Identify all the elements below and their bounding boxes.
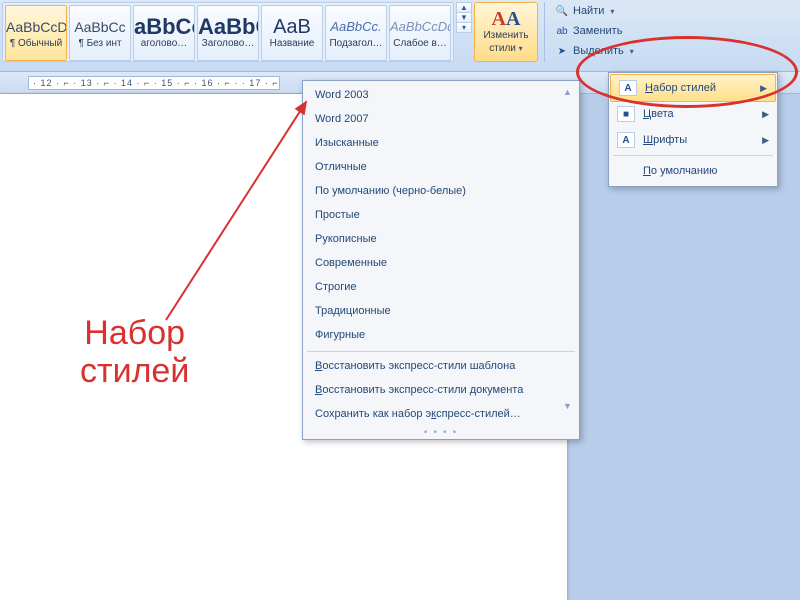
annotation-label: Набор стилей <box>80 314 189 390</box>
submenu-item[interactable]: A Набор стилей ▶ <box>610 74 776 102</box>
style-preview: aBbCc <box>134 18 194 36</box>
styleset-footer-item[interactable]: Восстановить экспресс-стили документа <box>303 378 579 402</box>
submenu-item[interactable]: ■ Цвета ▶ <box>609 101 777 127</box>
styleset-item[interactable]: Простые <box>303 203 579 227</box>
style-tile[interactable]: AaBbCcDd Слабое в… <box>389 5 451 61</box>
style-label: Подзагол… <box>326 38 386 49</box>
styleset-item[interactable]: По умолчанию (черно-белые) <box>303 179 579 203</box>
select-label: Выделить <box>573 45 624 57</box>
horizontal-ruler[interactable]: · 12 · ⌐ · 13 · ⌐ · 14 · ⌐ · 15 · ⌐ · 16… <box>28 76 280 90</box>
menu-separator <box>307 351 575 352</box>
menu-separator <box>613 155 773 156</box>
styleset-item[interactable]: Рукописные <box>303 227 579 251</box>
submenu-item-default[interactable]: AПо умолчанию <box>609 158 777 184</box>
submenu-arrow-icon: ▶ <box>762 135 769 146</box>
submenu-arrow-icon: ▶ <box>760 83 767 94</box>
submenu-icon: ■ <box>617 106 635 122</box>
chevron-down-icon: ▾ <box>519 44 523 53</box>
ribbon: AaBbCcDd ¶ Обычный AaBbCc ¶ Без инт aBbCc аго… <box>0 0 800 72</box>
gallery-scroll: ▲ ▼ ▾ <box>456 2 472 33</box>
change-styles-button[interactable]: AA Изменить стили ▾ <box>474 2 538 62</box>
styleset-item[interactable]: Традиционные <box>303 299 579 323</box>
submenu-icon: A <box>619 80 637 96</box>
gallery-scroll-up[interactable]: ▲ <box>456 2 472 13</box>
styleset-item[interactable]: Фигурные <box>303 323 579 347</box>
style-label: ¶ Без инт <box>70 38 130 49</box>
style-label: аголово… <box>134 38 194 49</box>
change-styles-label2: стили ▾ <box>475 43 537 54</box>
submenu-item[interactable]: A Шрифты ▶ <box>609 127 777 153</box>
styleset-item[interactable]: Строгие <box>303 275 579 299</box>
chevron-down-icon: ▾ <box>610 7 614 16</box>
submenu-label: Цвета <box>643 108 674 120</box>
gallery-scroll-down[interactable]: ▼ <box>456 13 472 23</box>
style-tile[interactable]: AaBbCcDd ¶ Обычный <box>5 5 67 61</box>
style-tile[interactable]: aBbCc аголово… <box>133 5 195 61</box>
gallery-expand[interactable]: ▾ <box>456 23 472 33</box>
find-label: Найти <box>573 5 604 17</box>
binoculars-icon: 🔍 <box>555 4 569 18</box>
submenu-label: Шрифты <box>643 134 687 146</box>
styleset-item[interactable]: Современные <box>303 251 579 275</box>
menu-scroll-indicator: ▲▼ <box>563 87 577 411</box>
styleset-item[interactable]: Word 2007 <box>303 107 579 131</box>
style-preview: AaBbCc. <box>326 18 386 36</box>
replace-button[interactable]: ab Заменить <box>551 22 638 40</box>
styleset-footer-item[interactable]: Сохранить как набор экспресс-стилей… <box>303 402 579 426</box>
style-label: Название <box>262 38 322 49</box>
style-tile[interactable]: AaBbCc Заголово… <box>197 5 259 61</box>
style-tile[interactable]: AaBbCc ¶ Без инт <box>69 5 131 61</box>
style-preview: AaBbCcDd <box>390 18 450 36</box>
replace-icon: ab <box>555 24 569 38</box>
submenu-label: По умолчанию <box>643 165 717 177</box>
style-label: ¶ Обычный <box>6 38 66 49</box>
cursor-icon: ➤ <box>555 44 569 58</box>
styles-gallery: AaBbCcDd ¶ Обычный AaBbCc ¶ Без инт aBbCc аго… <box>2 2 454 62</box>
style-label: Слабое в… <box>390 38 450 49</box>
styleset-footer-item[interactable]: Восстановить экспресс-стили шаблона <box>303 354 579 378</box>
style-preview: AaBbCc <box>198 18 258 36</box>
style-tile[interactable]: AaB Название <box>261 5 323 61</box>
submenu-icon: A <box>617 132 635 148</box>
menu-resize-grip[interactable]: • • • • <box>303 426 579 439</box>
change-styles-submenu: A Набор стилей ▶ ■ Цвета ▶ A Шрифты ▶ AПо умолчан… <box>608 72 778 187</box>
style-preview: AaB <box>262 18 322 36</box>
styleset-item[interactable]: Изысканные <box>303 131 579 155</box>
find-button[interactable]: 🔍 Найти ▾ <box>551 2 638 20</box>
style-preview: AaBbCc <box>70 18 130 36</box>
style-preview: AaBbCcDd <box>6 18 66 36</box>
change-styles-icon: AA <box>475 10 537 28</box>
styleset-item[interactable]: Отличные <box>303 155 579 179</box>
chevron-down-icon: ▾ <box>630 47 634 56</box>
select-button[interactable]: ➤ Выделить ▾ <box>551 42 638 60</box>
submenu-label: Набор стилей <box>645 82 716 94</box>
replace-label: Заменить <box>573 25 622 37</box>
submenu-arrow-icon: ▶ <box>762 109 769 120</box>
editing-group: 🔍 Найти ▾ ab Заменить ➤ Выделить ▾ <box>544 2 638 62</box>
styleset-item[interactable]: Word 2003 <box>303 83 579 107</box>
style-label: Заголово… <box>198 38 258 49</box>
change-styles-label1: Изменить <box>475 30 537 41</box>
styleset-menu: ▲▼ Word 2003Word 2007ИзысканныеОтличныеП… <box>302 80 580 440</box>
style-tile[interactable]: AaBbCc. Подзагол… <box>325 5 387 61</box>
